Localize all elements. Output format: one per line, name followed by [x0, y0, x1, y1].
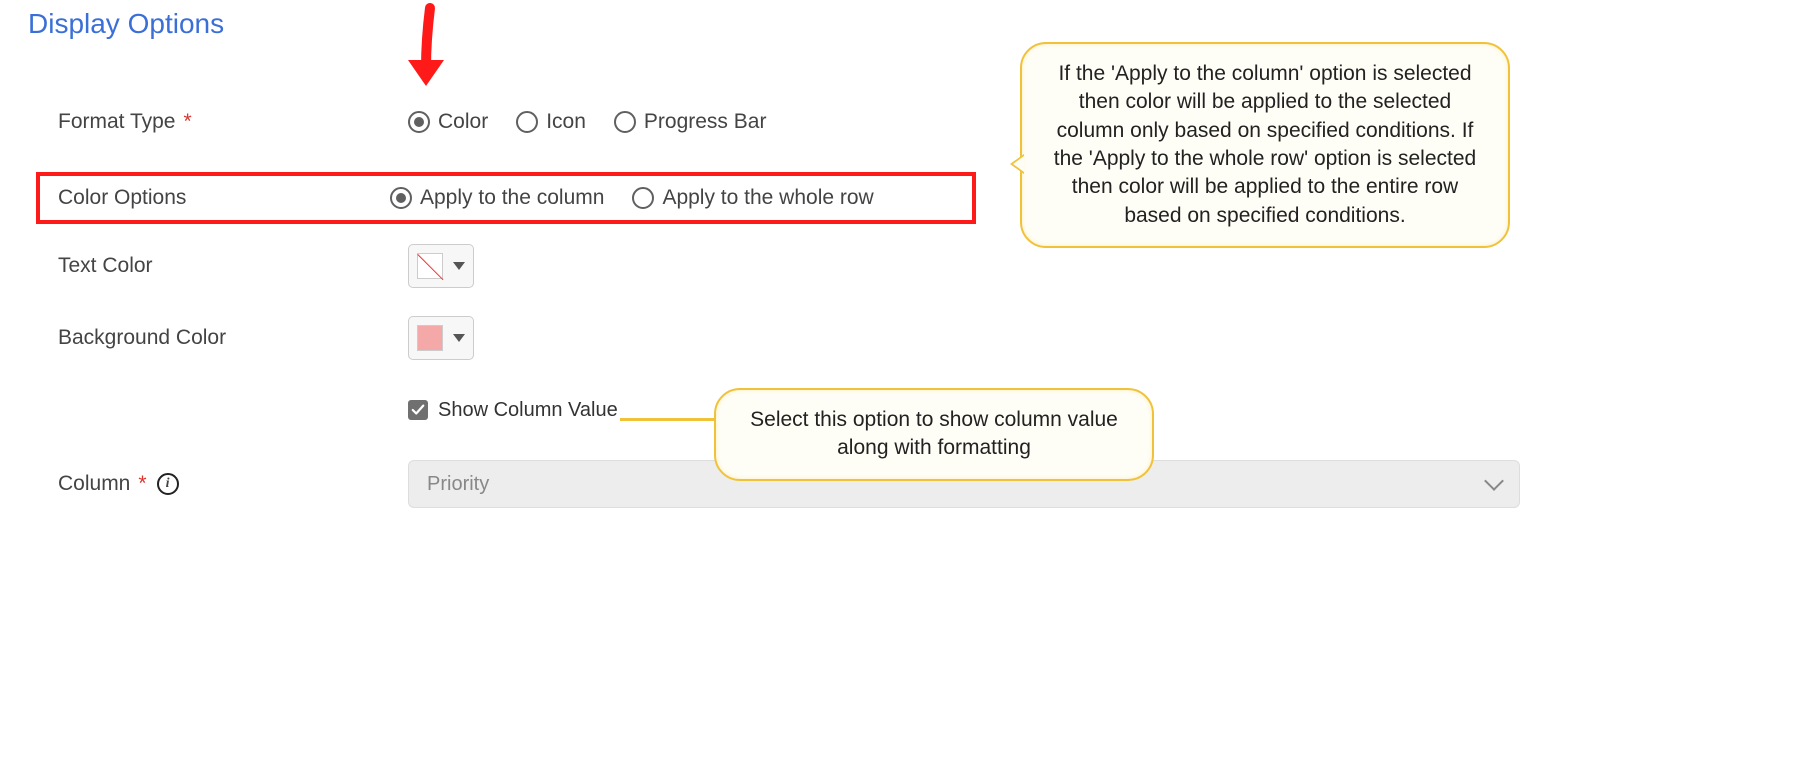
checkbox-show-column-value[interactable]: Show Column Value — [408, 399, 618, 422]
checkbox-icon — [408, 400, 428, 420]
callout-color-options: If the 'Apply to the column' option is s… — [1020, 42, 1510, 248]
caret-down-icon — [453, 262, 465, 270]
callout-show-column-value-text: Select this option to show column value … — [750, 408, 1118, 459]
arrow-annotation-icon — [400, 0, 460, 95]
section-title: Display Options — [28, 8, 224, 40]
row-text-color: Text Color — [40, 244, 1520, 288]
radio-apply-column-label: Apply to the column — [420, 186, 604, 210]
radio-format-icon-label: Icon — [546, 110, 586, 134]
label-format-type: Format Type * — [58, 110, 408, 134]
text-color-controls — [408, 244, 1520, 288]
label-color-options: Color Options — [58, 186, 390, 210]
callout-show-column-value: Select this option to show column value … — [714, 388, 1154, 481]
label-background-color: Background Color — [58, 326, 408, 350]
background-color-dropdown[interactable] — [408, 316, 474, 360]
radio-format-icon[interactable]: Icon — [516, 110, 586, 134]
color-options-controls: Apply to the column Apply to the whole r… — [390, 186, 958, 210]
required-marker: * — [138, 472, 146, 496]
label-background-color-text: Background Color — [58, 326, 226, 350]
swatch-pink-icon — [417, 325, 443, 351]
label-format-type-text: Format Type — [58, 110, 176, 134]
required-marker: * — [184, 110, 192, 134]
text-color-dropdown[interactable] — [408, 244, 474, 288]
label-column-text: Column — [58, 472, 130, 496]
radio-apply-column[interactable]: Apply to the column — [390, 186, 604, 210]
caret-down-icon — [453, 334, 465, 342]
radio-icon — [614, 111, 636, 133]
label-text-color: Text Color — [58, 254, 408, 278]
radio-apply-row[interactable]: Apply to the whole row — [632, 186, 873, 210]
radio-icon — [632, 187, 654, 209]
radio-format-color[interactable]: Color — [408, 110, 488, 134]
chevron-down-icon — [1484, 471, 1504, 491]
callout-color-options-text: If the 'Apply to the column' option is s… — [1054, 62, 1476, 227]
info-icon[interactable]: i — [157, 473, 179, 495]
callout-tail-icon — [1010, 154, 1024, 174]
checkbox-show-column-value-label: Show Column Value — [438, 399, 618, 422]
radio-format-color-label: Color — [438, 110, 488, 134]
row-background-color: Background Color — [40, 316, 1520, 360]
radio-icon — [408, 111, 430, 133]
label-text-color-text: Text Color — [58, 254, 153, 278]
background-color-controls — [408, 316, 1520, 360]
swatch-none-icon — [417, 253, 443, 279]
callout-connector-line — [620, 418, 714, 421]
column-select-value: Priority — [427, 473, 489, 496]
radio-apply-row-label: Apply to the whole row — [662, 186, 873, 210]
label-column: Column * i — [58, 472, 408, 496]
radio-icon — [390, 187, 412, 209]
radio-format-progress-label: Progress Bar — [644, 110, 767, 134]
row-color-options: Color Options Apply to the column Apply … — [36, 172, 976, 224]
radio-format-progress-bar[interactable]: Progress Bar — [614, 110, 767, 134]
label-color-options-text: Color Options — [58, 186, 186, 210]
radio-icon — [516, 111, 538, 133]
